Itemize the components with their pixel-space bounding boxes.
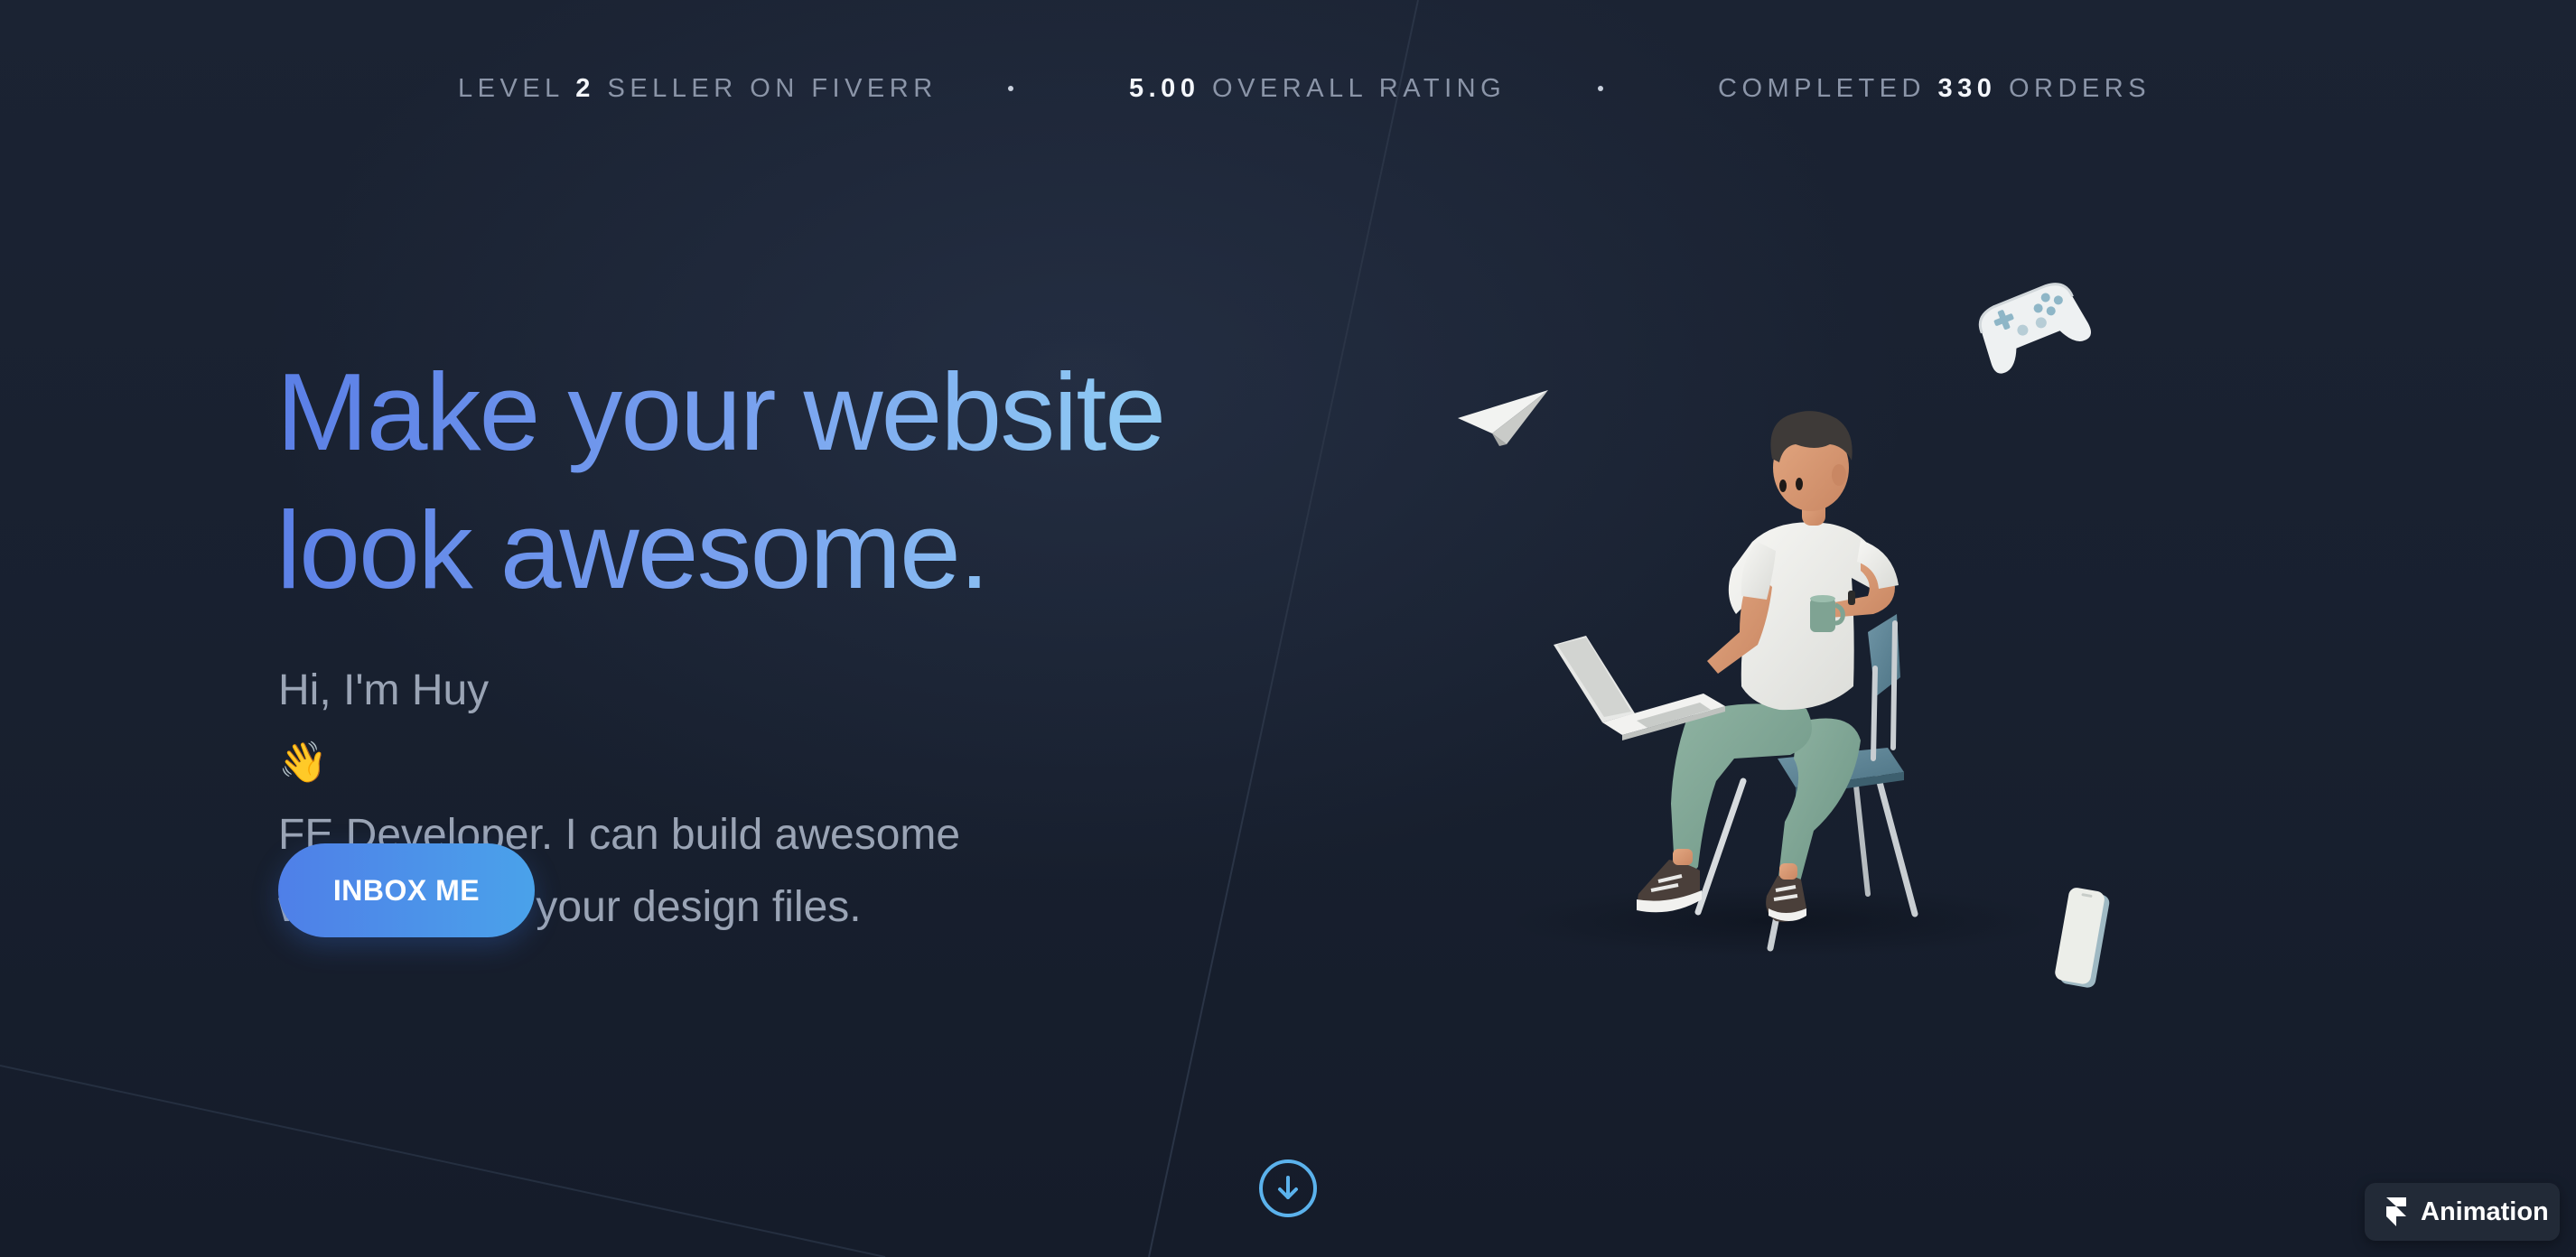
arrow-down-circle-icon <box>1278 1176 1298 1199</box>
stat-separator-dot <box>1008 86 1013 91</box>
hero-headline: Make your website look awesome. <box>276 343 1360 619</box>
stat-separator-dot <box>1598 86 1603 91</box>
hero-headline-line-1: Make your website <box>276 350 1165 473</box>
stats-bar: LEVEL 2 SELLER ON FIVERR 5.00 OVERALL RA… <box>0 70 2576 107</box>
stat-seller-level: LEVEL 2 SELLER ON FIVERR <box>458 74 938 103</box>
hero-headline-line-2: look awesome. <box>276 489 988 611</box>
stat-completed-orders: COMPLETED 330 ORDERS <box>1718 74 2151 103</box>
framer-icon <box>2385 1197 2408 1226</box>
smartphone-icon <box>2055 888 2110 988</box>
framer-badge[interactable]: Animation <box>2365 1183 2560 1241</box>
framer-badge-label: Animation <box>2421 1196 2549 1226</box>
scroll-down-button[interactable] <box>1259 1159 1317 1217</box>
paper-plane-icon <box>1458 390 1548 446</box>
stat-overall-rating: 5.00 OVERALL RATING <box>1129 74 1507 103</box>
waving-hand-icon: 👋 <box>278 740 328 785</box>
hero-intro-line-1: Hi, I'm Huy 👋 FE Developer. I can build … <box>278 655 1290 871</box>
person-illustration <box>1554 411 1899 922</box>
inbox-me-button[interactable]: INBOX ME <box>278 843 535 937</box>
game-controller-icon <box>1978 283 2091 374</box>
background-decoration <box>0 0 1419 1257</box>
developer-illustration <box>1458 283 2110 988</box>
